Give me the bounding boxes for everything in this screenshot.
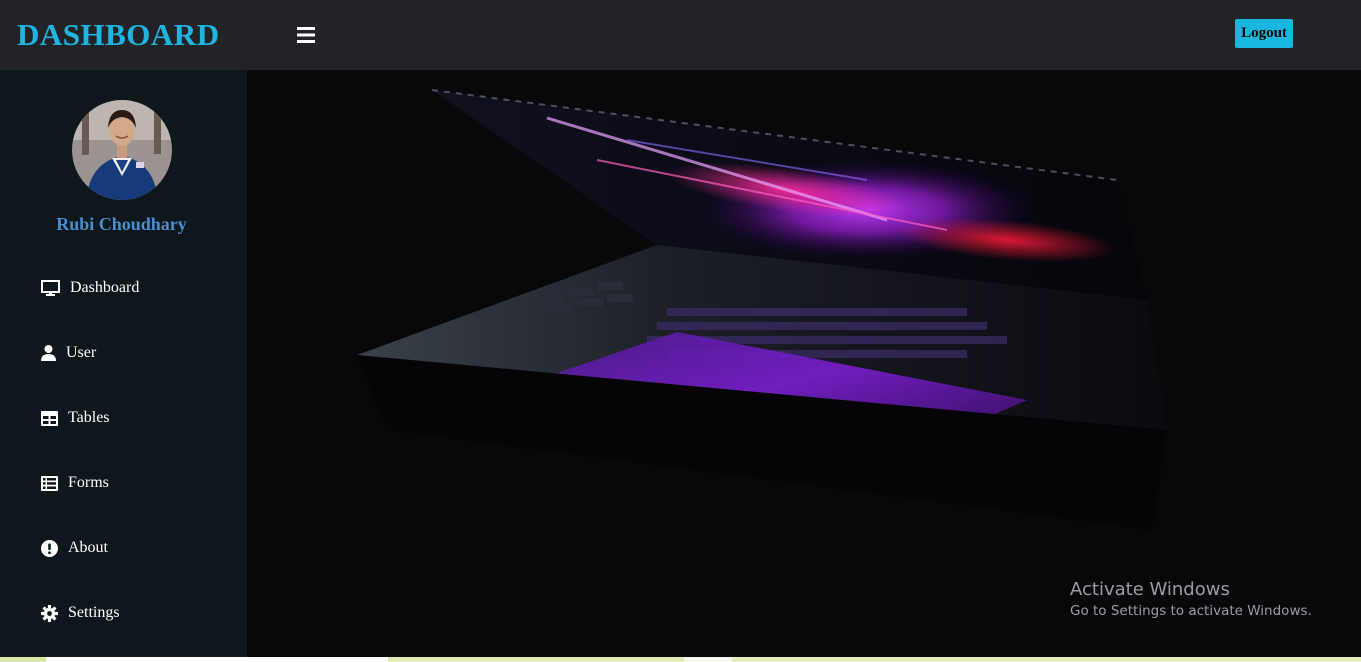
user-name: Rubi Choudhary [56, 214, 187, 234]
logout-button[interactable]: Logout [1235, 19, 1293, 48]
sidebar-item-settings[interactable]: Settings [41, 601, 120, 625]
sidebar-item-label: Forms [68, 474, 109, 491]
sidebar-item-about[interactable]: About [41, 536, 108, 560]
exclamation-circle-icon [41, 539, 58, 557]
sidebar-item-user[interactable]: User [41, 341, 96, 365]
top-header: DASHBOARD Logout [0, 0, 1361, 70]
sidebar-item-label: Dashboard [70, 279, 140, 296]
user-icon [41, 345, 56, 361]
taskbar-strip [0, 657, 1361, 662]
sidebar: Rubi Choudhary Dashboard User Tables For… [0, 70, 247, 657]
sidebar-item-forms[interactable]: Forms [41, 471, 109, 495]
avatar [72, 100, 172, 200]
sidebar-item-label: About [68, 539, 108, 556]
activate-windows-watermark: Activate Windows Go to Settings to activ… [1070, 579, 1312, 619]
sidebar-item-label: Settings [68, 604, 120, 621]
watermark-title: Activate Windows [1070, 579, 1230, 600]
brand-title: DASHBOARD [17, 17, 220, 52]
hero-image [247, 70, 1361, 657]
list-icon [41, 475, 58, 491]
sidebar-item-tables[interactable]: Tables [41, 406, 110, 430]
table-icon [41, 410, 58, 426]
gear-icon [41, 604, 58, 622]
sidebar-item-label: Tables [68, 409, 110, 426]
sidebar-item-label: User [66, 344, 97, 361]
watermark-subtitle: Go to Settings to activate Windows. [1070, 603, 1312, 619]
sidebar-item-dashboard[interactable]: Dashboard [41, 276, 139, 300]
hamburger-icon[interactable] [296, 26, 316, 44]
monitor-icon [41, 279, 60, 297]
